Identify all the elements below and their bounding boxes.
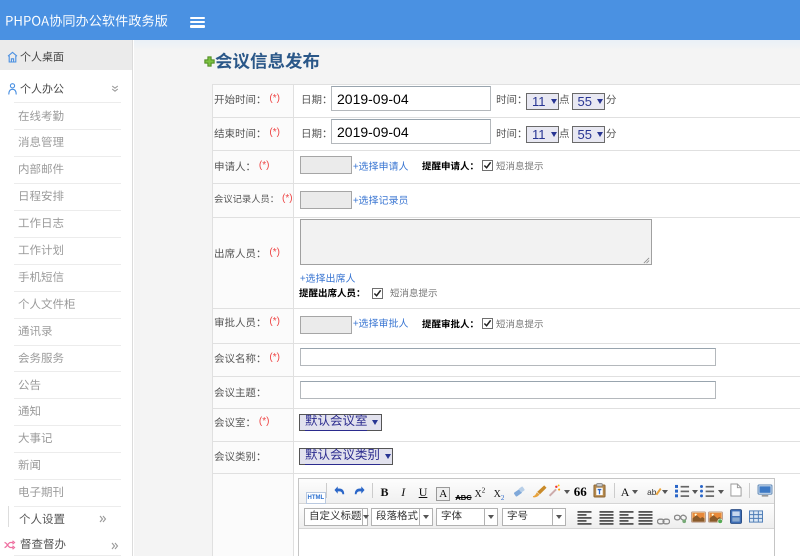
svg-text:ab: ab [647,487,657,497]
